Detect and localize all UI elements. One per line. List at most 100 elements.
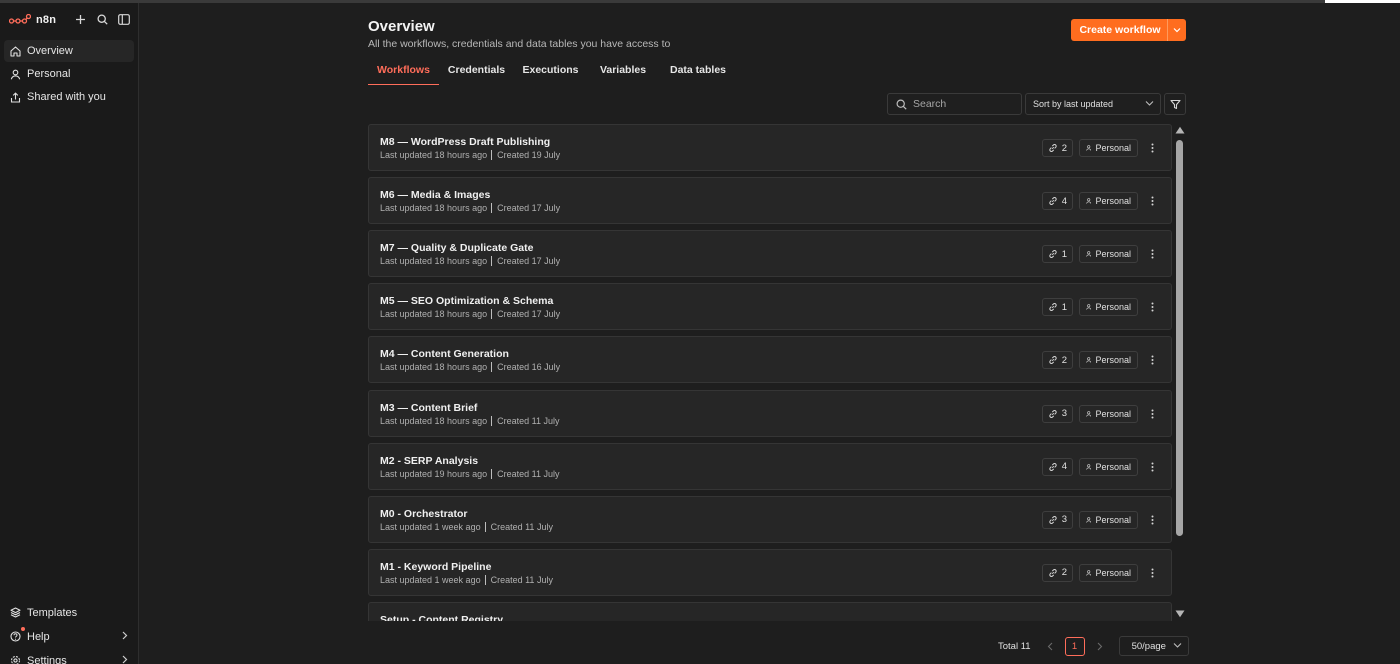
workflow-name: M6 — Media & Images xyxy=(380,189,491,202)
link-icon xyxy=(1049,250,1057,259)
chevron-right-icon xyxy=(1097,642,1102,650)
owner-badge[interactable]: Personal xyxy=(1079,192,1138,211)
sidebar-item-overview[interactable]: Overview xyxy=(4,40,134,62)
workflow-card[interactable]: M0 - Orchestrator Last updated 1 week ago… xyxy=(368,495,1172,543)
scroll-down-icon[interactable] xyxy=(1175,610,1185,618)
workflow-name: M2 - SERP Analysis xyxy=(380,454,479,467)
prev-page-button[interactable] xyxy=(1045,642,1055,651)
user-icon xyxy=(1086,304,1092,310)
credentials-badge[interactable]: 2 xyxy=(1041,139,1073,157)
workflow-card[interactable]: M3 — Content Brief Last updated 18 hours … xyxy=(368,389,1172,437)
workflow-created: Created 11 July xyxy=(490,521,553,532)
sort-select[interactable]: Sort by last updated xyxy=(1025,93,1161,115)
add-icon[interactable] xyxy=(73,11,87,27)
link-icon xyxy=(1049,303,1057,312)
next-page-button[interactable] xyxy=(1095,642,1105,651)
user-icon xyxy=(1086,357,1092,364)
meta-divider xyxy=(491,150,493,160)
workflow-name: M3 — Content Brief xyxy=(380,401,478,414)
workflow-created: Created 19 July xyxy=(497,150,561,160)
create-options-button[interactable] xyxy=(1167,19,1186,41)
brand[interactable]: n8n xyxy=(9,11,56,29)
workflow-card[interactable]: M6 — Media & Images Last updated 18 hours… xyxy=(368,177,1172,225)
workflow-card[interactable]: M7 — Quality & Duplicate Gate Last update… xyxy=(368,230,1172,278)
credentials-badge[interactable]: 1 xyxy=(1041,245,1073,264)
workflow-actions: 2 Personal xyxy=(1041,563,1157,582)
owner-badge[interactable]: Personal xyxy=(1079,298,1138,317)
sidebar-item-help[interactable]: Help xyxy=(4,625,134,648)
credentials-count: 3 xyxy=(1061,408,1067,419)
more-options-icon xyxy=(1151,515,1153,525)
workflow-menu-button[interactable] xyxy=(1147,405,1157,423)
owner-badge[interactable]: Personal xyxy=(1079,404,1138,423)
workflow-menu-button[interactable] xyxy=(1147,511,1157,529)
search-input[interactable] xyxy=(913,98,1013,110)
credentials-badge[interactable]: 4 xyxy=(1041,457,1073,476)
sidebar-item-settings[interactable]: Settings xyxy=(4,649,134,664)
owner-badge[interactable]: Personal xyxy=(1079,351,1138,370)
sidebar-item-personal[interactable]: Personal xyxy=(4,63,134,85)
link-icon xyxy=(1049,409,1057,418)
scrollbar[interactable] xyxy=(1174,124,1186,621)
workflow-created: Created 11 July xyxy=(490,574,553,585)
owner-badge[interactable]: Personal xyxy=(1079,139,1138,157)
workflow-card[interactable]: M4 — Content Generation Last updated 18 h… xyxy=(368,336,1172,384)
owner-badge[interactable]: Personal xyxy=(1079,510,1138,529)
collapse-sidebar-icon[interactable] xyxy=(117,11,131,27)
workflow-updated: Last updated 19 hours ago xyxy=(380,468,488,479)
workflow-menu-button[interactable] xyxy=(1147,245,1157,263)
page-header: Overview All the workflows, credentials … xyxy=(368,18,670,50)
workflow-created: Created 17 July xyxy=(497,203,561,214)
credentials-badge[interactable]: 1 xyxy=(1041,298,1073,317)
workflow-menu-button[interactable] xyxy=(1147,564,1157,582)
credentials-badge[interactable]: 4 xyxy=(1041,192,1073,211)
sidebar-item-label: Templates xyxy=(27,606,78,619)
credentials-count: 2 xyxy=(1061,354,1067,366)
owner-badge[interactable]: Personal xyxy=(1079,457,1138,476)
workflow-menu-button[interactable] xyxy=(1147,192,1157,210)
workflow-menu-button[interactable] xyxy=(1147,351,1157,369)
workflow-updated: Last updated 18 hours ago xyxy=(380,362,488,373)
workflow-updated: Last updated 18 hours ago xyxy=(380,309,488,320)
workflow-meta: Last updated 18 hours ago Created 19 July xyxy=(380,150,560,160)
per-page-select[interactable]: 50/page xyxy=(1118,636,1189,656)
tab-variables[interactable]: Variables xyxy=(587,64,659,85)
workflow-card[interactable]: M2 - SERP Analysis Last updated 19 hours … xyxy=(368,442,1172,490)
tab-credentials[interactable]: Credentials xyxy=(439,64,514,85)
workflow-menu-button[interactable] xyxy=(1147,139,1157,157)
sidebar-item-shared[interactable]: Shared with you xyxy=(4,86,134,108)
scroll-up-icon[interactable] xyxy=(1175,126,1185,134)
credentials-badge[interactable]: 2 xyxy=(1041,351,1073,370)
create-workflow-button[interactable]: Create workflow xyxy=(1071,19,1186,41)
sidebar-item-templates[interactable]: Templates xyxy=(4,601,134,624)
tab-executions[interactable]: Executions xyxy=(514,64,587,85)
user-icon xyxy=(1086,251,1092,257)
owner-badge[interactable]: Personal xyxy=(1079,245,1138,264)
workflow-card[interactable]: Setup - Content Registry xyxy=(368,601,1172,621)
search-icon[interactable] xyxy=(95,11,109,27)
credentials-badge[interactable]: 2 xyxy=(1041,563,1073,582)
more-options-icon xyxy=(1151,568,1153,578)
credentials-badge[interactable]: 3 xyxy=(1041,404,1073,423)
workflow-card[interactable]: M5 — SEO Optimization & Schema Last updat… xyxy=(368,283,1172,331)
workflow-created: Created 11 July xyxy=(497,468,560,479)
owner-label: Personal xyxy=(1095,143,1131,153)
page-number[interactable]: 1 xyxy=(1064,636,1085,656)
workflow-actions: 4 Personal xyxy=(1041,192,1157,211)
tab-data-tables[interactable]: Data tables xyxy=(659,64,737,85)
scrollbar-thumb[interactable] xyxy=(1176,140,1183,536)
owner-badge[interactable]: Personal xyxy=(1079,563,1138,582)
workflow-menu-button[interactable] xyxy=(1147,298,1157,316)
workflow-updated: Last updated 1 week ago xyxy=(380,574,481,585)
sidebar-bottom-nav: Templates Help Settings xyxy=(4,601,134,664)
workflow-card[interactable]: M1 - Keyword Pipeline Last updated 1 week… xyxy=(368,548,1172,596)
filter-button[interactable] xyxy=(1164,93,1186,115)
workflow-card[interactable]: M8 — WordPress Draft Publishing Last upda… xyxy=(368,124,1172,171)
tab-workflows[interactable]: Workflows xyxy=(368,64,439,85)
workflow-menu-button[interactable] xyxy=(1147,458,1157,476)
workflow-meta: Last updated 18 hours ago Created 11 July xyxy=(380,415,559,426)
credentials-badge[interactable]: 3 xyxy=(1041,510,1073,529)
sort-selected-value: Sort by last updated xyxy=(1033,99,1114,109)
link-icon xyxy=(1049,144,1057,152)
workflow-actions: 3 Personal xyxy=(1041,404,1157,423)
